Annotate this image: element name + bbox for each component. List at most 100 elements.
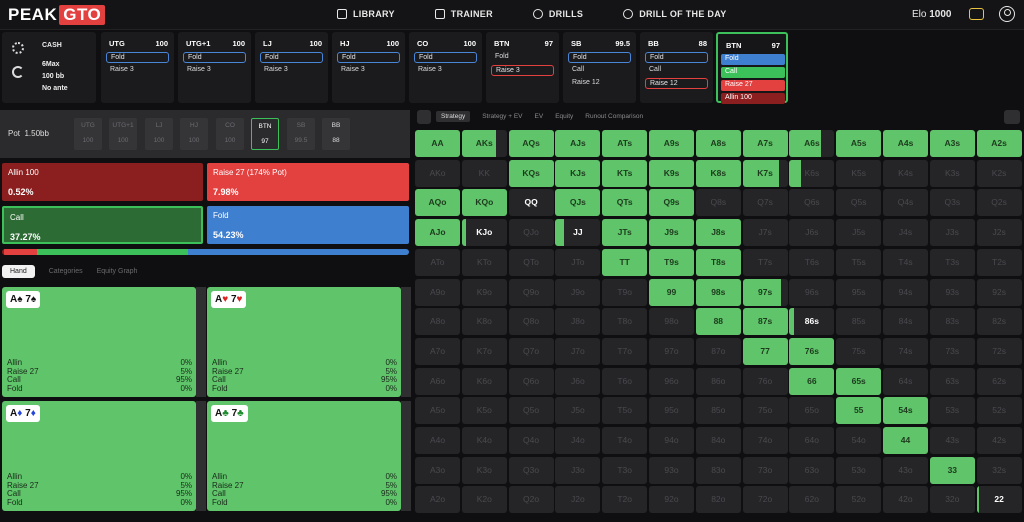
- pot-chip[interactable]: HJ 100: [180, 118, 208, 150]
- hand-cell-73s[interactable]: 73s: [929, 337, 975, 365]
- tab-equity[interactable]: Equity: [555, 113, 573, 120]
- hand-cell-54o[interactable]: 54o: [836, 427, 882, 454]
- action-call[interactable]: Call 37.27%: [2, 206, 203, 244]
- hand-cell-qts[interactable]: QTs: [602, 189, 648, 217]
- hand-cell-87s[interactable]: 87s: [742, 308, 788, 336]
- hand-cell-99[interactable]: 99: [649, 278, 694, 306]
- hand-cell-76o[interactable]: 76o: [742, 367, 788, 395]
- tab-hand[interactable]: Hand: [2, 264, 35, 278]
- hand-cell-ato[interactable]: ATo: [415, 248, 460, 276]
- seat-sb[interactable]: SB 99.5 Fold Call Raise 12: [563, 32, 636, 103]
- hand-cell-73o[interactable]: 73o: [742, 456, 788, 484]
- hand-cell-33[interactable]: 33: [929, 456, 975, 484]
- hand-cell-t8s[interactable]: T8s: [695, 248, 741, 276]
- hand-cell-k4o[interactable]: K4o: [461, 427, 507, 454]
- hand-cell-j9o[interactable]: J9o: [555, 278, 601, 306]
- seat-action[interactable]: Raise 3: [260, 65, 323, 76]
- hand-cell-95s[interactable]: 95s: [836, 278, 882, 306]
- hand-cell-t4o[interactable]: T4o: [602, 427, 648, 454]
- hand-cell-qjo[interactable]: QJo: [508, 219, 554, 247]
- action-raise[interactable]: Raise 27 (174% Pot) 7.98%: [207, 163, 409, 201]
- hand-cell-96o[interactable]: 96o: [649, 367, 694, 395]
- hand-cell-86o[interactable]: 86o: [695, 367, 741, 395]
- hand-cell-a4s[interactable]: A4s: [883, 130, 928, 157]
- hand-cell-jj[interactable]: JJ: [555, 219, 601, 247]
- seat-btn-active[interactable]: BTN 97 Fold Call Raise 27 Allin 100: [716, 32, 788, 104]
- hand-cell-t5s[interactable]: T5s: [836, 248, 882, 276]
- hand-cell-96s[interactable]: 96s: [789, 278, 835, 306]
- tab-strategy[interactable]: Strategy: [436, 111, 471, 122]
- hand-cell-k8s[interactable]: K8s: [695, 159, 741, 187]
- pot-chip[interactable]: LJ 100: [145, 118, 173, 150]
- seat-action[interactable]: Fold: [260, 52, 323, 63]
- seat-action[interactable]: Call: [645, 65, 708, 76]
- hand-cell-62o[interactable]: 62o: [789, 486, 835, 514]
- hand-cell-52o[interactable]: 52o: [836, 486, 882, 514]
- hand-cell-87o[interactable]: 87o: [695, 337, 741, 365]
- seat-lj[interactable]: LJ 100 Fold Raise 3: [255, 32, 328, 103]
- hand-cell-kto[interactable]: KTo: [461, 248, 507, 276]
- hand-cell-93s[interactable]: 93s: [929, 278, 975, 306]
- hand-cell-q8o[interactable]: Q8o: [508, 308, 554, 336]
- hand-cell-j3o[interactable]: J3o: [555, 456, 601, 484]
- seat-co[interactable]: CO 100 Fold Raise 3: [409, 32, 482, 103]
- hand-cell-82s[interactable]: 82s: [976, 308, 1022, 336]
- hand-cell-74s[interactable]: 74s: [883, 337, 928, 365]
- hand-cell-t6o[interactable]: T6o: [602, 367, 648, 395]
- hand-cell-83s[interactable]: 83s: [929, 308, 975, 336]
- hand-cell-93o[interactable]: 93o: [649, 456, 694, 484]
- hand-cell-54s[interactable]: 54s: [883, 397, 928, 425]
- seat-action[interactable]: Call: [568, 65, 631, 76]
- hand-cell-94s[interactable]: 94s: [883, 278, 928, 306]
- hand-cell-a3o[interactable]: A3o: [415, 456, 460, 484]
- hand-cell-t5o[interactable]: T5o: [602, 397, 648, 425]
- hand-cell-42s[interactable]: 42s: [976, 427, 1022, 454]
- hand-cell-j4s[interactable]: J4s: [883, 219, 928, 247]
- seat-action[interactable]: Raise 27: [721, 80, 785, 91]
- seat-hj[interactable]: HJ 100 Fold Raise 3: [332, 32, 405, 103]
- hand-cell-53s[interactable]: 53s: [929, 397, 975, 425]
- hand-cell-72s[interactable]: 72s: [976, 337, 1022, 365]
- hand-cell-q5s[interactable]: Q5s: [836, 189, 882, 217]
- seat-bb[interactable]: BB 88 Fold Call Raise 12: [640, 32, 713, 103]
- table-icon[interactable]: [417, 110, 431, 124]
- hand-cell-j2s[interactable]: J2s: [976, 219, 1022, 247]
- seat-action[interactable]: Fold: [568, 52, 631, 63]
- hand-cell-q9s[interactable]: Q9s: [649, 189, 694, 217]
- combo-card[interactable]: A♣ 7♣ Allin 0% Raise 27 5% Call 95% Fold 0%: [207, 401, 401, 511]
- tab-equity-graph[interactable]: Equity Graph: [97, 268, 138, 275]
- hand-cell-j6o[interactable]: J6o: [555, 367, 601, 395]
- hand-cell-jto[interactable]: JTo: [555, 248, 601, 276]
- hand-cell-85o[interactable]: 85o: [695, 397, 741, 425]
- gear-icon[interactable]: [12, 42, 24, 54]
- hand-cell-44[interactable]: 44: [883, 427, 928, 454]
- hand-cell-j3s[interactable]: J3s: [929, 219, 975, 247]
- hand-cell-a3s[interactable]: A3s: [929, 130, 975, 157]
- seat-action[interactable]: Raise 3: [183, 65, 246, 76]
- hand-cell-k5s[interactable]: K5s: [836, 159, 882, 187]
- hand-cell-t2o[interactable]: T2o: [602, 486, 648, 514]
- combo-card[interactable]: A♦ 7♦ Allin 0% Raise 27 5% Call 95% Fold 0%: [2, 401, 196, 511]
- hand-cell-q3s[interactable]: Q3s: [929, 189, 975, 217]
- hand-cell-92s[interactable]: 92s: [976, 278, 1022, 306]
- hand-cell-k6o[interactable]: K6o: [461, 367, 507, 395]
- hand-cell-kjo[interactable]: KJo: [461, 219, 507, 247]
- hand-cell-63s[interactable]: 63s: [929, 367, 975, 395]
- combo-card[interactable]: A♥ 7♥ Allin 0% Raise 27 5% Call 95% Fold 0%: [207, 287, 401, 397]
- hand-cell-72o[interactable]: 72o: [742, 486, 788, 514]
- hand-cell-42o[interactable]: 42o: [883, 486, 928, 514]
- seat-action[interactable]: Fold: [491, 52, 554, 63]
- hand-cell-95o[interactable]: 95o: [649, 397, 694, 425]
- seat-action[interactable]: Raise 12: [568, 78, 631, 89]
- seat-action[interactable]: Raise 3: [414, 65, 477, 76]
- hand-cell-22[interactable]: 22: [976, 486, 1022, 514]
- seat-action[interactable]: Raise 3: [106, 65, 169, 76]
- hand-cell-kk[interactable]: KK: [461, 159, 507, 187]
- seat-action[interactable]: Call: [721, 67, 785, 78]
- seat-action[interactable]: Fold: [645, 52, 708, 63]
- hand-cell-53o[interactable]: 53o: [836, 456, 882, 484]
- hand-cell-q7s[interactable]: Q7s: [742, 189, 788, 217]
- nav-trainer[interactable]: TRAINER: [434, 9, 493, 19]
- hand-cell-q5o[interactable]: Q5o: [508, 397, 554, 425]
- hand-cell-t2s[interactable]: T2s: [976, 248, 1022, 276]
